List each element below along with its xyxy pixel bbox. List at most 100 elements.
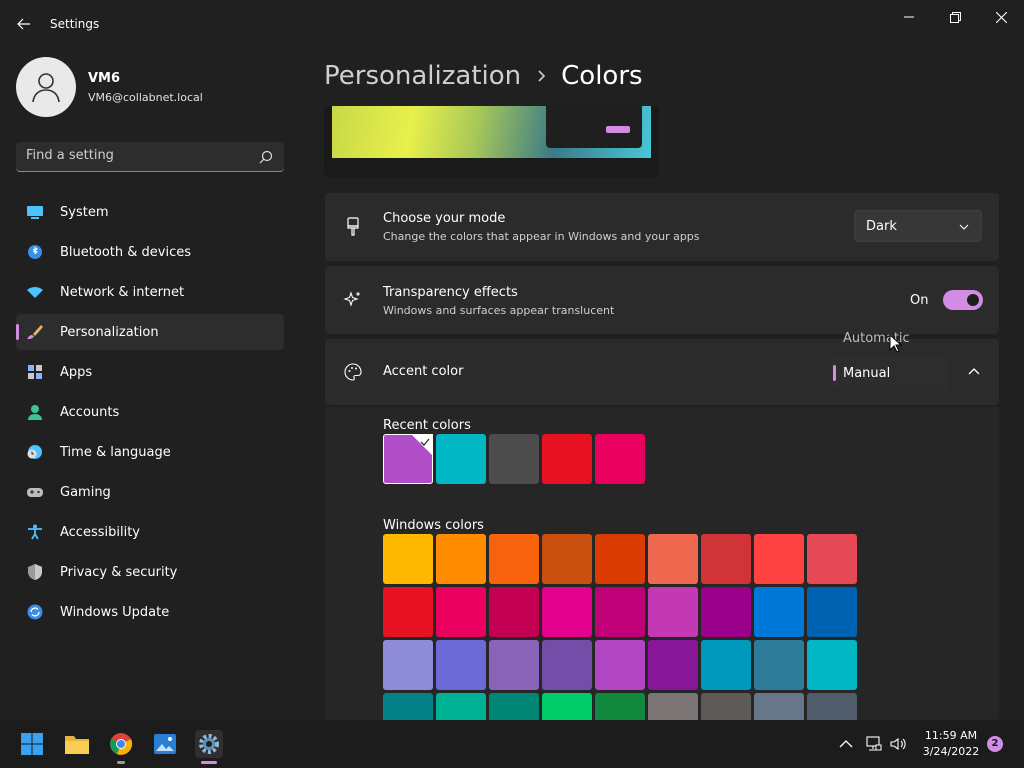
windows-color-swatch[interactable] <box>754 534 804 584</box>
chevron-up-icon[interactable] <box>965 366 983 378</box>
chevron-down-icon <box>959 224 969 230</box>
network-icon[interactable] <box>864 735 882 753</box>
recent-color-swatch[interactable] <box>383 434 433 484</box>
windows-color-swatch[interactable] <box>436 587 486 637</box>
breadcrumb-parent[interactable]: Personalization <box>324 61 521 91</box>
volume-icon[interactable] <box>889 735 907 753</box>
page-title: Colors <box>561 61 643 91</box>
windows-color-swatch[interactable] <box>383 640 433 690</box>
windows-color-swatch[interactable] <box>595 640 645 690</box>
close-button[interactable] <box>978 4 1024 30</box>
back-button[interactable] <box>10 10 38 38</box>
gear-icon <box>199 734 219 754</box>
search-box[interactable] <box>16 142 284 172</box>
recent-color-swatch[interactable] <box>542 434 592 484</box>
preview-accent-bar <box>606 126 630 133</box>
recent-color-swatch[interactable] <box>436 434 486 484</box>
transparency-toggle[interactable] <box>943 290 983 310</box>
windows-color-swatch[interactable] <box>595 534 645 584</box>
sidebar-item-label: Time & language <box>60 444 171 460</box>
windows-color-swatch[interactable] <box>489 640 539 690</box>
app-title: Settings <box>50 17 100 31</box>
sidebar-item-system[interactable]: System <box>16 194 284 230</box>
sidebar-item-personalization[interactable]: Personalization <box>16 314 284 350</box>
windows-color-swatch[interactable] <box>754 640 804 690</box>
sidebar-item-privacy[interactable]: Privacy & security <box>16 554 284 590</box>
sidebar-item-gaming[interactable]: Gaming <box>16 474 284 510</box>
taskbar-settings[interactable] <box>195 730 223 764</box>
checkmark-icon <box>420 438 430 446</box>
windows-color-swatch[interactable] <box>383 587 433 637</box>
windows-color-swatch[interactable] <box>807 640 857 690</box>
windows-color-swatch[interactable] <box>701 587 751 637</box>
taskbar-time[interactable]: 11:59 AM <box>920 729 982 742</box>
restore-button[interactable] <box>932 4 978 30</box>
profile-name: VM6 <box>88 71 121 86</box>
gamepad-icon <box>27 488 43 497</box>
windows-colors-row <box>383 640 860 690</box>
search-input[interactable] <box>26 148 246 163</box>
sidebar-item-network[interactable]: Network & internet <box>16 274 284 310</box>
person-icon <box>32 73 60 103</box>
windows-color-swatch[interactable] <box>754 587 804 637</box>
taskbar-photos[interactable] <box>151 730 179 758</box>
sidebar-item-apps[interactable]: Apps <box>16 354 284 390</box>
sidebar-item-label: System <box>60 204 109 220</box>
start-button[interactable] <box>18 730 46 758</box>
windows-colors-row <box>383 534 860 584</box>
windows-color-swatch[interactable] <box>701 693 751 720</box>
windows-color-swatch[interactable] <box>595 587 645 637</box>
windows-color-swatch[interactable] <box>648 534 698 584</box>
windows-color-swatch[interactable] <box>489 534 539 584</box>
windows-color-swatch[interactable] <box>807 693 857 720</box>
mode-select-value: Dark <box>866 219 897 234</box>
windows-color-swatch[interactable] <box>648 693 698 720</box>
windows-color-swatch[interactable] <box>489 587 539 637</box>
windows-color-swatch[interactable] <box>648 587 698 637</box>
avatar[interactable] <box>16 57 76 117</box>
active-indicator <box>201 761 217 764</box>
chevron-up-icon[interactable] <box>837 735 855 753</box>
windows-color-swatch[interactable] <box>701 640 751 690</box>
windows-color-swatch[interactable] <box>542 587 592 637</box>
windows-color-swatch[interactable] <box>754 693 804 720</box>
windows-color-swatch[interactable] <box>595 693 645 720</box>
windows-color-swatch[interactable] <box>383 693 433 720</box>
accent-color-title: Accent color <box>383 364 464 379</box>
windows-color-swatch[interactable] <box>436 693 486 720</box>
windows-color-swatch[interactable] <box>436 640 486 690</box>
taskbar-date[interactable]: 3/24/2022 <box>920 745 982 758</box>
transparency-title: Transparency effects <box>383 285 518 300</box>
windows-color-swatch[interactable] <box>383 534 433 584</box>
notification-badge[interactable]: 2 <box>987 736 1003 752</box>
update-icon <box>27 604 43 620</box>
brush-icon <box>27 325 43 339</box>
taskbar-file-explorer[interactable] <box>63 730 91 758</box>
sidebar-item-bluetooth[interactable]: Bluetooth & devices <box>16 234 284 270</box>
minimize-button[interactable] <box>886 4 932 30</box>
windows-color-swatch[interactable] <box>807 587 857 637</box>
windows-color-swatch[interactable] <box>436 534 486 584</box>
windows-color-swatch[interactable] <box>542 534 592 584</box>
dropdown-option-manual[interactable]: Manual <box>831 356 949 390</box>
sidebar-item-accounts[interactable]: Accounts <box>16 394 284 430</box>
windows-color-swatch[interactable] <box>648 640 698 690</box>
recent-color-swatch[interactable] <box>595 434 645 484</box>
folder-icon <box>65 736 89 754</box>
mode-select[interactable]: Dark <box>854 210 982 242</box>
windows-color-swatch[interactable] <box>542 693 592 720</box>
windows-color-swatch[interactable] <box>807 534 857 584</box>
windows-color-swatch[interactable] <box>542 640 592 690</box>
sidebar-item-time-language[interactable]: Time & language <box>16 434 284 470</box>
search-icon[interactable] <box>258 149 274 165</box>
windows-color-swatch[interactable] <box>701 534 751 584</box>
sidebar-item-label: Personalization <box>60 324 159 340</box>
windows-color-swatch[interactable] <box>489 693 539 720</box>
palette-icon <box>344 363 362 381</box>
sidebar-item-accessibility[interactable]: Accessibility <box>16 514 284 550</box>
recent-color-swatch[interactable] <box>489 434 539 484</box>
taskbar-chrome[interactable] <box>107 730 135 764</box>
sidebar-item-windows-update[interactable]: Windows Update <box>16 594 284 630</box>
profile-email: VM6@collabnet.local <box>88 91 203 104</box>
accent-mode-dropdown[interactable]: Automatic Manual <box>829 319 949 393</box>
